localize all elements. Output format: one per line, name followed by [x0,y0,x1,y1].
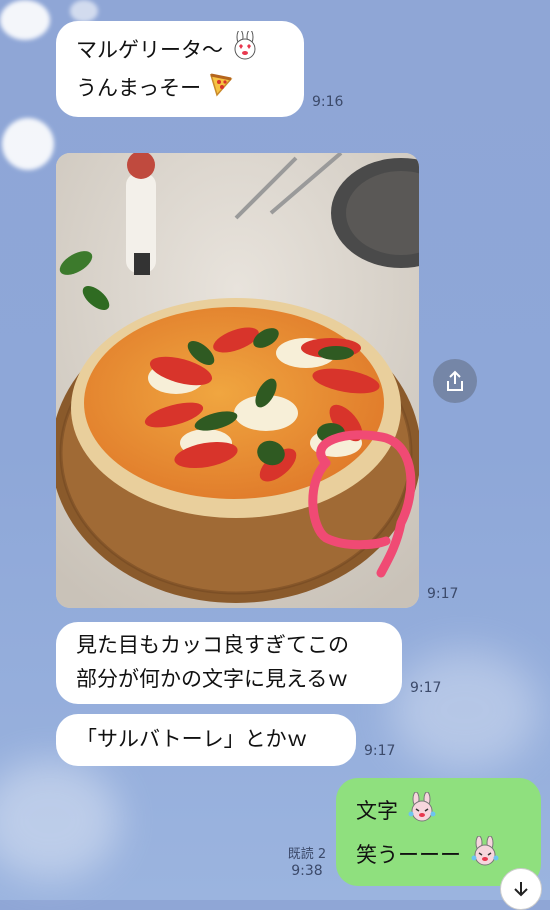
message-text: うんまっそー [76,76,202,100]
pizza-icon [208,71,234,107]
bunny-laughing-sticker [405,791,439,832]
share-icon [447,370,463,391]
message-time: 9:17 [410,680,442,696]
message-bubble[interactable]: 見た目もカッコ良すぎてこの 部分が何かの文字に見えるｗ [56,622,402,704]
message-bubble[interactable]: マルゲリータ〜 うんまっそー [56,21,304,117]
bunny-laughing-sticker [468,835,502,876]
message-time: 9:16 [312,94,344,110]
message-text: マルゲリータ〜 [76,38,223,62]
bunny-heart-eyes-sticker [230,29,260,71]
read-receipt: 既読 2 9:38 [287,847,327,879]
arrow-down-icon [514,882,528,897]
background-cloud [0,760,120,880]
background-cloud [390,650,540,770]
message-text: 部分が何かの文字に見えるｗ [76,667,349,691]
message-time: 9:17 [427,586,459,602]
message-text: 笑うーーー [356,843,461,867]
background-cloud [2,118,54,170]
pizza-photo[interactable] [56,153,419,608]
background-cloud [70,0,98,22]
message-bubble[interactable]: 「サルバトーレ」とかｗ [56,714,356,766]
message-text: 「サルバトーレ」とかｗ [76,727,308,751]
scroll-to-bottom-button[interactable] [500,868,542,910]
message-text: 文字 [356,799,398,823]
background-cloud [0,0,50,40]
share-button[interactable] [433,359,477,403]
message-text: 見た目もカッコ良すぎてこの [76,633,349,657]
message-time: 9:17 [364,743,396,759]
